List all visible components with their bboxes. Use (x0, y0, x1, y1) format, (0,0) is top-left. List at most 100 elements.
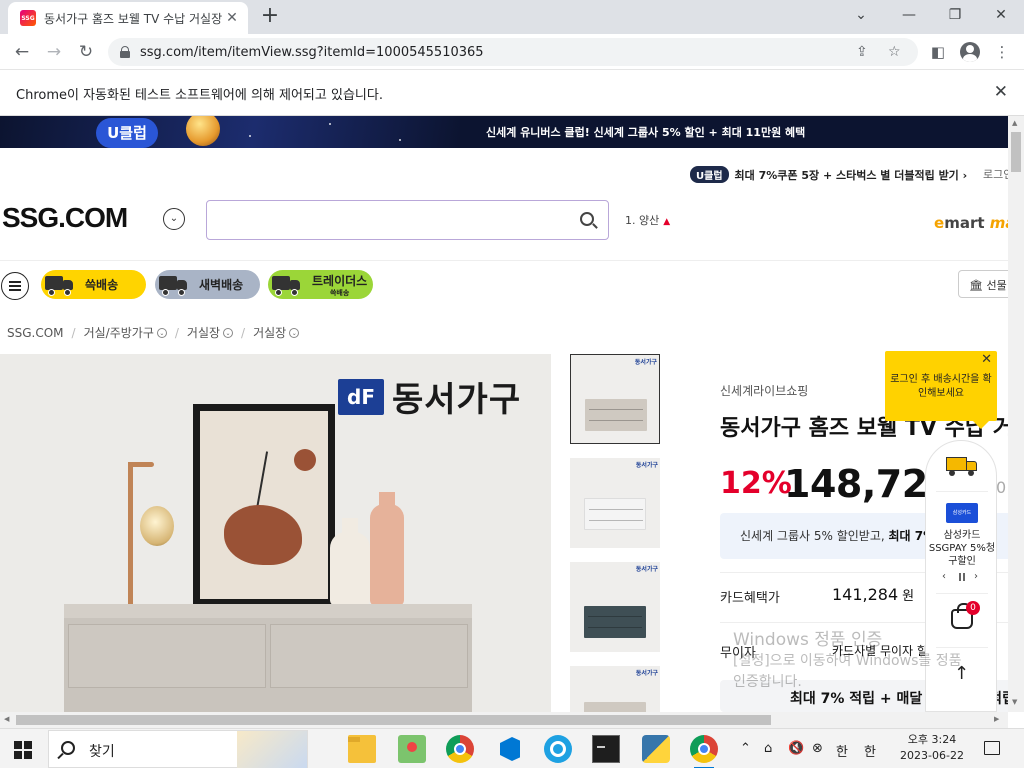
browser-tab[interactable]: SSG 동서가구 홈즈 보웰 TV 수납 거실장 ✕ (8, 2, 248, 34)
universe-club-banner[interactable]: U클럽 신세계 유니버스 클럽! 신세계 그룹사 5% 할인 + 최대 11만원… (0, 116, 1008, 148)
bookmark-star-icon[interactable]: ☆ (888, 44, 901, 60)
chevron-down-icon[interactable]: ⌄ (289, 327, 300, 338)
reload-button[interactable]: ↻ (74, 40, 98, 64)
chrome-icon[interactable] (446, 735, 474, 763)
logo-chevron-down-icon[interactable]: ⌄ (163, 208, 185, 230)
scroll-left-icon[interactable]: ◀ (4, 715, 9, 723)
vertical-scrollbar[interactable]: ▲ ▼ (1008, 116, 1024, 712)
brand-logo: dF 동서가구 (338, 372, 521, 421)
command-prompt-icon[interactable] (592, 735, 620, 763)
trending-keyword[interactable]: 1. 양산 ▲ (625, 212, 670, 228)
notification-icon[interactable] (984, 741, 1000, 755)
breadcrumb-item[interactable]: SSG.COM (7, 326, 64, 340)
chevron-right-icon[interactable]: › (974, 571, 978, 582)
vscode-icon[interactable] (494, 735, 522, 763)
trending-keyword-text: 1. 양산 (625, 214, 660, 227)
product-thumbnail[interactable]: 동서가구 (570, 562, 660, 652)
emart-logo-mart: mart (944, 214, 990, 232)
chrome-icon (690, 735, 718, 763)
lamp-bulb (140, 506, 174, 546)
tab-search-button[interactable]: ⌄ (838, 4, 884, 26)
delivery-truck-icon[interactable] (946, 455, 978, 477)
original-price: 0 (996, 478, 1007, 497)
infobar-close-icon[interactable]: ✕ (994, 82, 1008, 102)
pause-icon[interactable] (958, 573, 966, 581)
new-tab-button[interactable]: + (258, 5, 282, 29)
emart-mall-logo[interactable]: emart mall (934, 214, 1008, 232)
screen: SSG 동서가구 홈즈 보웰 TV 수납 거실장 ✕ + ⌄ — ❐ ✕ ← →… (0, 0, 1024, 768)
back-button[interactable]: ← (10, 40, 34, 64)
tab-title: 동서가구 홈즈 보웰 TV 수납 거실장 (44, 11, 223, 26)
menu-hamburger-icon[interactable] (1, 272, 29, 300)
scroll-right-icon[interactable]: ▶ (994, 715, 999, 723)
ime-toggle[interactable]: 한 (836, 741, 848, 760)
breadcrumb-item[interactable]: 거실장 (253, 324, 286, 341)
uclub-promo-link[interactable]: U클럽 최대 7%쿠폰 5장 + 스타벅스 별 더블적립 받기 › (690, 166, 967, 183)
card-promo-text[interactable]: 삼성카드 SSGPAY 5%청구할인 (926, 529, 998, 568)
chrome-menu-icon[interactable]: ⋮ (990, 40, 1014, 64)
thumbnail-brand-badge: 동서가구 (635, 462, 658, 469)
side-panel-icon[interactable]: ◧ (926, 40, 950, 64)
chevron-left-icon[interactable]: ‹ (942, 571, 946, 582)
scroll-down-icon[interactable]: ▼ (1012, 698, 1017, 706)
tray-overflow-chevron-icon[interactable]: ⌃ (740, 741, 751, 756)
delivery-pill-dawn[interactable]: 새벽배송 (155, 270, 260, 299)
network-icon[interactable]: ⌂ (764, 741, 772, 756)
trend-up-icon: ▲ (663, 217, 671, 227)
breadcrumb: SSG.COM / 거실/주방가구 ⌄ / 거실장 ⌄ / 거실장 ⌄ (7, 324, 300, 341)
chevron-down-icon[interactable]: ⌄ (156, 327, 167, 338)
ssg-favicon-icon: SSG (20, 10, 36, 26)
forward-button[interactable]: → (42, 40, 66, 64)
chrome-active-window[interactable] (690, 735, 718, 768)
product-main-image[interactable]: dF 동서가구 (0, 354, 551, 712)
file-explorer-icon[interactable] (348, 735, 376, 763)
horizontal-scroll-thumb[interactable] (16, 715, 771, 725)
address-bar[interactable]: ssg.com/item/itemView.ssg?itemId=1000545… (108, 38, 918, 66)
python-icon[interactable] (642, 735, 670, 763)
search-icon (61, 741, 75, 755)
seller-name[interactable]: 신세계라이브쇼핑 (720, 382, 808, 399)
search-box[interactable] (206, 200, 609, 240)
delivery-pill-ssg[interactable]: 쓱배송 (41, 270, 146, 299)
cart-count-badge: 0 (966, 601, 980, 615)
card-benefit-amount: 141,284 (832, 585, 899, 604)
power-icon[interactable]: ⊗ (812, 741, 823, 756)
card-benefit-price: 141,284 원 (832, 585, 914, 604)
share-icon[interactable]: ⇪ (856, 44, 868, 60)
emart-logo-mall: mall (989, 214, 1008, 232)
url-text[interactable]: ssg.com/item/itemView.ssg?itemId=1000545… (140, 45, 484, 60)
login-link[interactable]: 로그인 (983, 166, 1008, 182)
close-window-button[interactable]: ✕ (978, 4, 1024, 26)
chevron-down-icon[interactable]: ⌄ (223, 327, 234, 338)
ime-status[interactable]: 한 (864, 741, 876, 760)
internet-explorer-icon[interactable] (544, 735, 572, 763)
card-benefit-label: 카드혜택가 (720, 591, 780, 606)
breadcrumb-item[interactable]: 거실/주방가구 (84, 324, 154, 341)
tab-close-icon[interactable]: ✕ (224, 10, 240, 26)
scroll-up-icon[interactable]: ▲ (1012, 119, 1017, 127)
minimize-button[interactable]: — (886, 4, 932, 26)
profile-avatar-icon (960, 42, 980, 62)
tooltip-close-icon[interactable]: ✕ (981, 353, 992, 367)
vertical-scroll-thumb[interactable] (1011, 132, 1021, 172)
taskbar-clock[interactable]: 오후 3:24 2023-06-22 (896, 732, 968, 764)
lock-icon[interactable] (120, 46, 130, 58)
maps-app-icon[interactable] (398, 735, 426, 763)
delivery-truck-icon (45, 273, 75, 297)
restore-button[interactable]: ❐ (932, 4, 978, 26)
product-thumbnail[interactable]: 동서가구 (570, 354, 660, 444)
ssg-logo[interactable]: SSG.COM (2, 202, 128, 234)
product-thumbnail[interactable]: 동서가구 (570, 666, 660, 712)
search-icon[interactable] (580, 212, 594, 226)
samsung-card-icon[interactable]: 삼성카드 (946, 503, 978, 523)
windows-start-icon[interactable] (14, 741, 32, 759)
volume-muted-icon[interactable]: 🔇 (788, 741, 804, 756)
delivery-pill-traders[interactable]: 트레이더스 쓱배송 (268, 270, 373, 299)
taskbar-search-box[interactable]: 찾기 (48, 730, 308, 768)
breadcrumb-item[interactable]: 거실장 (187, 324, 220, 341)
profile-button[interactable] (958, 40, 982, 64)
product-thumbnail[interactable]: 동서가구 (570, 458, 660, 548)
breadcrumb-separator: / (174, 325, 179, 340)
horizontal-scrollbar[interactable]: ◀ ▶ (0, 712, 1008, 728)
gift-button[interactable]: 🏛 선물 (958, 270, 1008, 298)
